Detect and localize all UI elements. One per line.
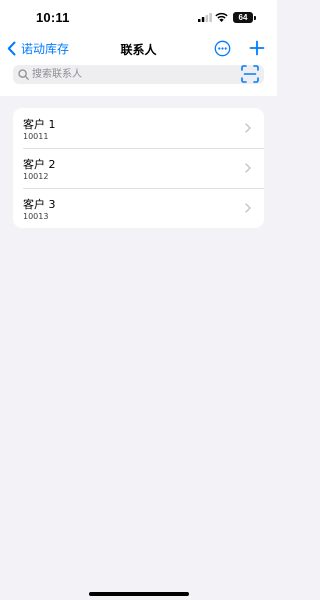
search-input[interactable] [32, 65, 232, 84]
search-bar [13, 65, 264, 84]
battery-level: 64 [238, 12, 248, 22]
back-button[interactable]: 诺动库存 [7, 40, 69, 57]
wifi-icon [215, 12, 228, 22]
list-item[interactable]: 客户 2 10012 [13, 148, 264, 188]
contact-code: 10012 [23, 172, 49, 181]
battery-icon: 64 [233, 12, 256, 23]
contact-name: 客户 2 [23, 158, 56, 171]
contact-list: 客户 1 10011 客户 2 10012 客户 3 10013 [13, 108, 264, 228]
navigation-bar: 诺动库存 联系人 [0, 36, 277, 62]
contact-code: 10011 [23, 132, 49, 141]
status-bar: 10:11 64 [0, 0, 277, 36]
chevron-right-icon [245, 163, 251, 173]
add-contact-icon[interactable] [249, 40, 265, 56]
contact-name: 客户 3 [23, 198, 56, 211]
cellular-signal-icon [198, 13, 212, 22]
contact-code: 10013 [23, 212, 49, 221]
list-item[interactable]: 客户 3 10013 [13, 188, 264, 228]
status-time: 10:11 [36, 10, 70, 25]
scan-icon[interactable] [241, 65, 259, 83]
search-icon [18, 69, 29, 80]
header-area: 10:11 64 诺动库存 联系人 [0, 0, 277, 96]
contact-name: 客户 1 [23, 118, 56, 131]
back-button-label: 诺动库存 [21, 42, 70, 56]
chevron-right-icon [245, 123, 251, 133]
home-indicator[interactable] [89, 592, 189, 596]
list-item[interactable]: 客户 1 10011 [13, 108, 264, 148]
chevron-right-icon [245, 203, 251, 213]
more-options-icon[interactable] [214, 40, 231, 57]
chevron-left-icon [7, 41, 16, 56]
